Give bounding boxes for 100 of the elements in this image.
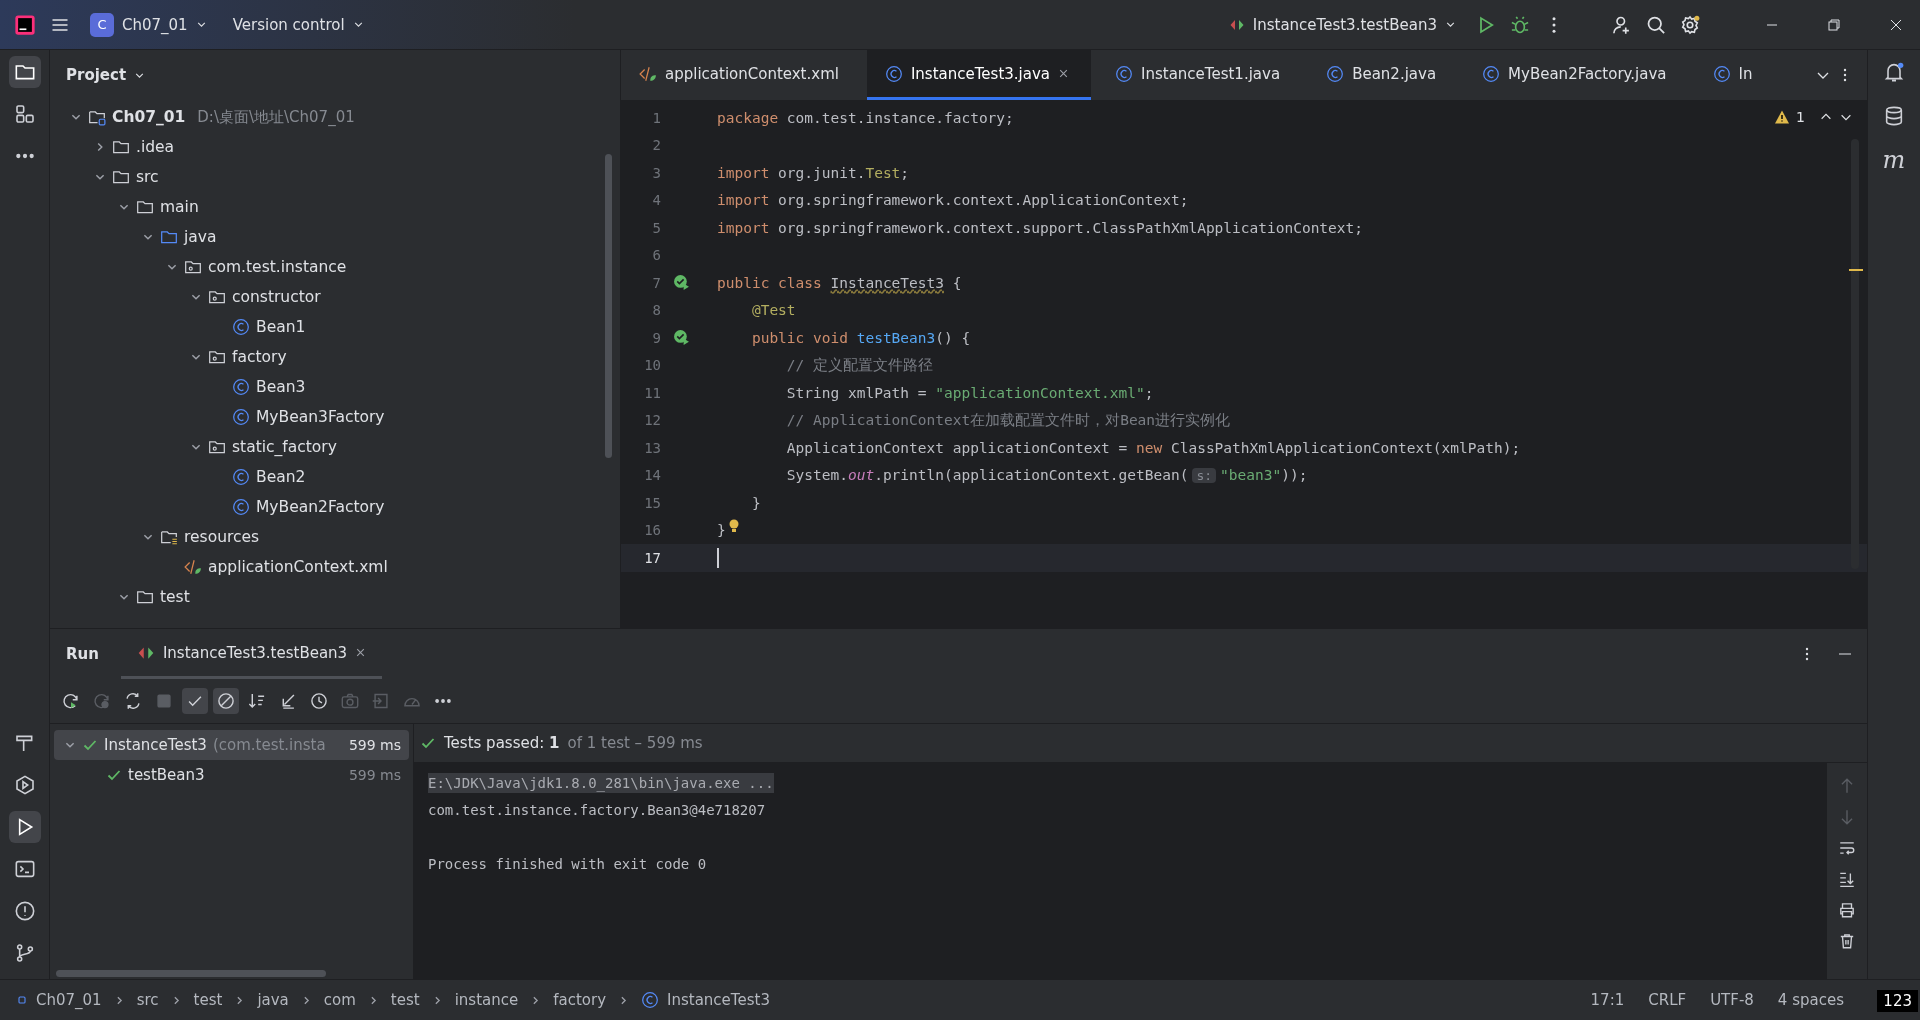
tree-item[interactable]: Ch07_01 <box>112 108 186 126</box>
breadcrumb[interactable]: InstanceTest3 <box>667 991 770 1009</box>
close-icon[interactable] <box>1058 68 1070 79</box>
class-icon <box>641 991 660 1009</box>
line-number: 17 <box>643 549 661 566</box>
code-token: org.junit. <box>777 164 866 181</box>
class-icon <box>232 378 250 396</box>
test-row[interactable]: InstanceTest3 (com.test.insta 599 ms <box>54 730 409 760</box>
passed-filter-icon[interactable] <box>182 688 208 714</box>
app-logo-icon[interactable] <box>14 13 36 36</box>
trash-icon[interactable] <box>1838 932 1856 950</box>
class-icon <box>1482 64 1501 83</box>
code-token: testBean3 <box>856 329 936 346</box>
printer-icon[interactable] <box>1838 901 1856 919</box>
line-number: 7 <box>651 274 661 291</box>
editor-tab[interactable]: InstanceTest1.java <box>1097 50 1303 100</box>
folder-icon <box>112 138 130 156</box>
tree-item[interactable]: .idea <box>136 138 175 156</box>
tree-item[interactable]: static_factory <box>232 438 337 456</box>
project-path: D:\桌面\地址\Ch07_01 <box>197 107 355 127</box>
maven-tool[interactable]: m <box>1882 144 1906 176</box>
run-test-icon[interactable] <box>673 274 690 292</box>
resources-folder-icon <box>160 528 178 546</box>
scrollbar[interactable] <box>1851 139 1859 569</box>
breadcrumb[interactable]: Ch07_01 <box>36 991 102 1009</box>
code-token: // 定义配置文件路径 <box>785 355 934 375</box>
indent-setting[interactable]: 4 spaces <box>1769 991 1852 1009</box>
tree-item[interactable]: Bean1 <box>256 318 306 336</box>
folder-icon[interactable] <box>8 56 41 88</box>
tree-item[interactable]: java <box>184 228 217 246</box>
code-token: ApplicationContext applicationContext = <box>785 439 1129 456</box>
run-tab[interactable]: InstanceTest3.testBean3 <box>120 629 383 679</box>
scrollbar[interactable] <box>56 970 326 977</box>
editor-tab[interactable]: Bean2.java <box>1308 50 1459 100</box>
run-icon[interactable] <box>8 811 41 843</box>
editor-tab[interactable]: MyBean2Factory.java <box>1464 50 1689 100</box>
bug-icon[interactable] <box>1510 14 1530 35</box>
breadcrumb[interactable]: src <box>136 991 159 1009</box>
tree-item[interactable]: MyBean3Factory <box>256 408 385 426</box>
tree-item[interactable]: resources <box>184 528 260 546</box>
scroll-to-end-icon[interactable] <box>1838 870 1856 888</box>
tree-item[interactable]: Bean2 <box>256 468 306 486</box>
warning-count[interactable]: 1 <box>1796 109 1805 125</box>
editor-tab[interactable]: InstanceTest3.java <box>866 50 1092 100</box>
class-icon <box>232 498 250 516</box>
editor-tab[interactable]: applicationContext.xml <box>621 50 861 100</box>
tree-item[interactable]: factory <box>232 348 287 366</box>
tree-item[interactable]: constructor <box>232 288 321 306</box>
ignored-filter-icon[interactable] <box>213 688 239 714</box>
line-number: 8 <box>651 302 661 319</box>
class-icon <box>232 468 250 486</box>
line-number: 15 <box>643 494 661 511</box>
code-token: ClassPathXmlApplicationContext(xmlPath); <box>1169 439 1521 456</box>
editor-tab[interactable]: In <box>1694 50 1775 100</box>
xml-file-icon <box>639 64 657 83</box>
tree-item[interactable]: MyBean2Factory <box>256 498 385 516</box>
tree-item[interactable]: test <box>160 588 190 606</box>
scrollbar[interactable] <box>605 154 612 458</box>
line-number: 14 <box>643 467 661 484</box>
breadcrumb[interactable]: test <box>193 991 223 1009</box>
cursor-position[interactable]: 17:1 <box>1582 991 1633 1009</box>
panel-title[interactable]: Run <box>66 645 99 663</box>
close-icon[interactable] <box>355 647 367 658</box>
code-token: .println(applicationContext.getBean( <box>874 467 1189 484</box>
warning-icon[interactable] <box>1774 109 1791 125</box>
vcs-menu[interactable]: Version control <box>226 11 370 38</box>
code-token: public class <box>717 274 823 291</box>
settings-icon[interactable] <box>1680 14 1700 35</box>
breadcrumb[interactable]: instance <box>454 991 519 1009</box>
breadcrumb[interactable]: factory <box>553 991 607 1009</box>
breadcrumb[interactable]: test <box>390 991 420 1009</box>
add-user-icon[interactable] <box>1612 14 1632 35</box>
code-token: // ApplicationContext在加载配置文件时，对Bean进行实例化 <box>785 410 1231 430</box>
breadcrumb[interactable]: com <box>323 991 356 1009</box>
module-icon <box>16 994 28 1006</box>
panel-title[interactable]: Project <box>66 66 127 84</box>
run-configuration[interactable]: InstanceTest3.testBean3 <box>1222 11 1462 38</box>
tree-item[interactable]: com.test.instance <box>208 258 347 276</box>
run-test-icon[interactable] <box>673 329 690 347</box>
tree-item[interactable]: Bean3 <box>256 378 306 396</box>
class-icon <box>1712 64 1731 83</box>
file-encoding[interactable]: UTF-8 <box>1702 991 1762 1009</box>
tree-item[interactable]: main <box>160 198 199 216</box>
project-switcher[interactable]: C Ch07_01 <box>84 8 213 41</box>
line-separator[interactable]: CRLF <box>1640 991 1695 1009</box>
code-token: org.springframework.context.ApplicationContext; <box>777 192 1189 209</box>
line-number: 11 <box>643 384 661 401</box>
test-row[interactable]: testBean3 599 ms <box>54 760 409 790</box>
tree-item[interactable]: applicationContext.xml <box>208 558 388 576</box>
search-icon[interactable] <box>1646 14 1666 35</box>
warning-marker[interactable] <box>1849 269 1863 271</box>
breadcrumb[interactable]: java <box>257 991 289 1009</box>
package-icon <box>208 288 226 306</box>
soft-wrap-icon[interactable] <box>1838 839 1856 857</box>
lightbulb-icon[interactable] <box>727 518 740 535</box>
class-icon <box>232 318 250 336</box>
tree-item[interactable]: src <box>136 168 159 186</box>
code-token: "bean3" <box>1220 467 1282 484</box>
line-number: 10 <box>643 357 661 374</box>
folder-icon <box>112 168 130 186</box>
